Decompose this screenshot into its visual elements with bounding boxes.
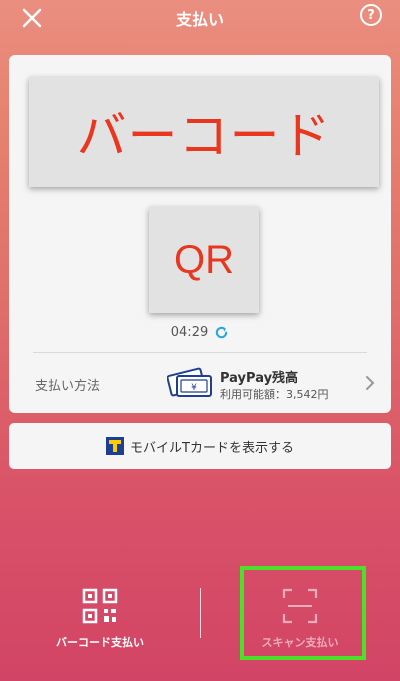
- code-timer: 04:29: [9, 325, 391, 340]
- tab-scan-payment[interactable]: スキャン支払い: [230, 580, 370, 660]
- available-balance: 利用可能額：3,542円: [220, 388, 329, 401]
- cash-icon: ¥: [167, 367, 212, 397]
- payment-method-label: 支払い方法: [35, 379, 101, 394]
- barcode-label: バーコード: [76, 107, 332, 165]
- scan-frame-icon: [282, 588, 318, 624]
- tab-scan-label: スキャン支払い: [261, 636, 339, 649]
- page-title: 支払い: [175, 10, 224, 29]
- qr-code-display: QR: [149, 207, 259, 313]
- header: 支払い ?: [0, 0, 400, 40]
- tcard-logo-icon: [106, 437, 125, 455]
- payment-method-row[interactable]: 支払い方法 ¥ PayPay残高 利用可能額：3,542円: [9, 353, 391, 413]
- help-icon: ?: [367, 7, 375, 23]
- qr-label: QR: [174, 237, 234, 282]
- help-button[interactable]: ?: [360, 4, 382, 26]
- qr-code-icon: [82, 588, 118, 624]
- svg-text:¥: ¥: [191, 383, 197, 393]
- chevron-right-icon: [366, 376, 375, 390]
- tab-divider: [200, 588, 201, 638]
- refresh-icon[interactable]: [214, 325, 229, 340]
- payment-card: バーコード QR 04:29 支払い方法 ¥ PayPay残高 利用可能額：3,…: [9, 55, 391, 413]
- barcode-display: バーコード: [29, 77, 379, 187]
- tab-barcode-payment[interactable]: バーコード支払い: [30, 580, 170, 660]
- tab-barcode-label: バーコード支払い: [56, 636, 144, 649]
- payment-method-name: PayPay残高: [220, 371, 299, 386]
- tcard-button-label: モバイルTカードを表示する: [130, 440, 294, 456]
- show-mobile-tcard-button[interactable]: モバイルTカードを表示する: [9, 423, 391, 469]
- timer-text: 04:29: [170, 325, 209, 340]
